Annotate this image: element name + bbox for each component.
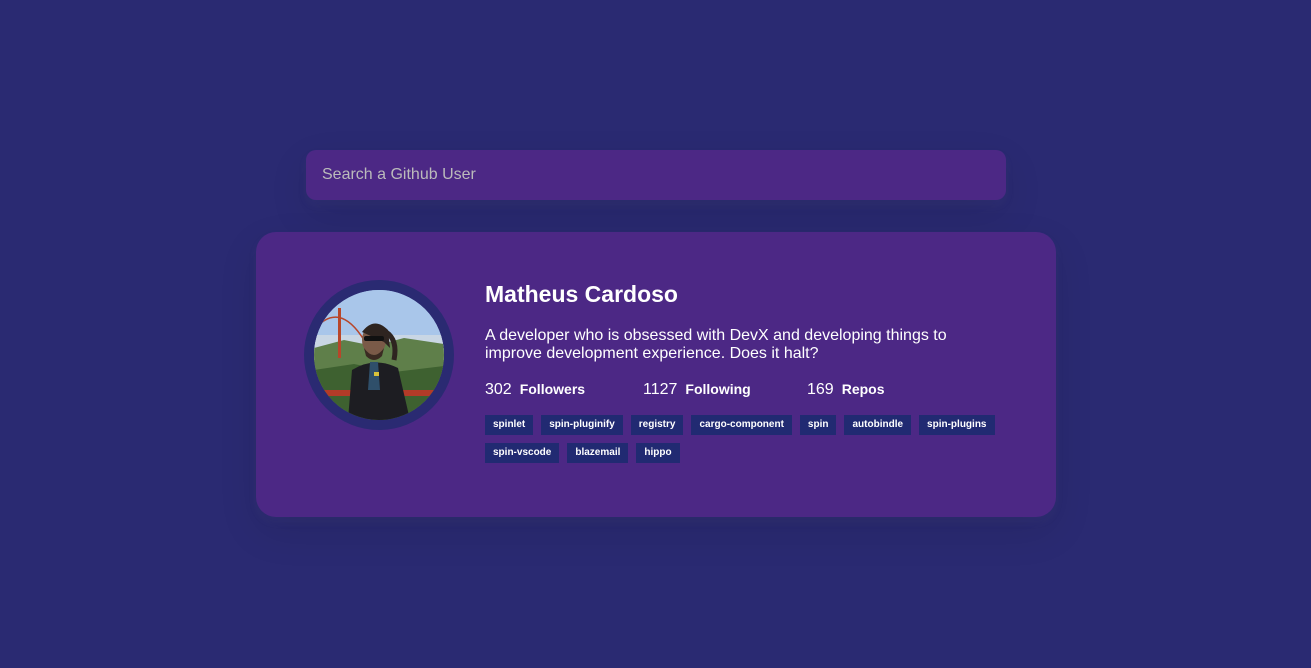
user-stats: 302 Followers 1127 Following 169 Repos (485, 379, 1025, 400)
repos-label: Repos (841, 381, 885, 397)
repo-link[interactable]: hippo (636, 443, 680, 463)
profile-card: Matheus Cardoso A developer who is obses… (256, 232, 1056, 517)
repo-link[interactable]: autobindle (844, 415, 912, 435)
following-label: Following (685, 381, 751, 397)
followers-label: Followers (519, 381, 586, 397)
repo-link[interactable]: cargo-component (691, 415, 792, 435)
repo-link[interactable]: spinlet (485, 415, 534, 435)
user-name: Matheus Cardoso (485, 281, 678, 307)
repo-link[interactable]: spin-vscode (485, 443, 560, 463)
repo-link[interactable]: blazemail (567, 443, 629, 463)
followers-count: 302 (485, 381, 512, 398)
repo-link[interactable]: registry (630, 415, 684, 435)
repo-link[interactable]: spin-pluginify (541, 415, 623, 435)
repo-list: spinlet spin-pluginify registry cargo-co… (485, 415, 1015, 471)
search-input[interactable] (306, 150, 1006, 200)
user-info: Matheus Cardoso A developer who is obses… (485, 280, 1025, 471)
avatar (304, 280, 454, 430)
repo-link[interactable]: spin-plugins (919, 415, 995, 435)
followers-stat: 302 Followers (485, 379, 643, 400)
following-count: 1127 (643, 381, 678, 398)
repo-link[interactable]: spin (799, 415, 837, 435)
repos-count: 169 (807, 381, 834, 398)
following-stat: 1127 Following (643, 379, 807, 400)
user-bio: A developer who is obsessed with DevX an… (485, 327, 947, 362)
avatar-image (314, 290, 444, 420)
repos-stat: 169 Repos (807, 379, 885, 400)
search-form (306, 150, 1006, 200)
